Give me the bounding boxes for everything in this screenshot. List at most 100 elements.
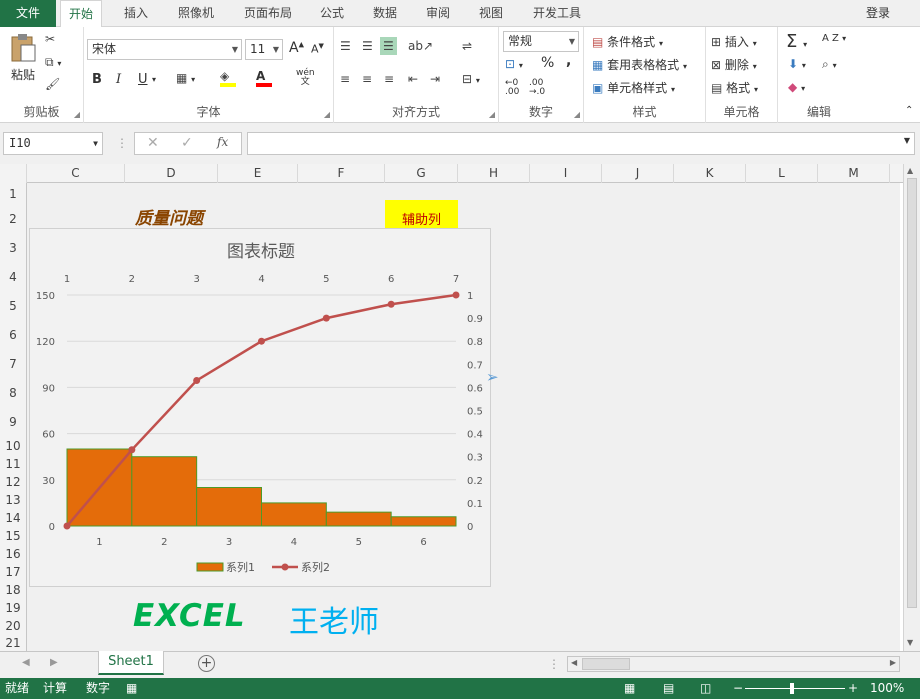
cell-styles-button[interactable]: ▣ 单元格样式 ▾ [592, 79, 675, 96]
zoom-out-icon[interactable]: − [733, 678, 743, 699]
tab-page-layout[interactable]: 页面布局 [236, 0, 300, 27]
align-right-button[interactable]: ≡ [384, 72, 394, 86]
row-header[interactable]: 13 [0, 491, 26, 509]
horizontal-scroll-thumb[interactable] [582, 658, 630, 670]
pareto-chart[interactable]: 图表标题 0 30 60 90 120 150 0 0.1 0.2 0.3 0.4 0.5 0.6 0.7 0… [29, 228, 491, 587]
row-header[interactable]: 14 [0, 509, 26, 527]
row-header[interactable]: 19 [0, 599, 26, 617]
percent-button[interactable]: % [541, 55, 554, 71]
autosum-button[interactable]: Σ ▾ [786, 31, 807, 52]
font-size-select[interactable]: 11 ▼ [245, 39, 283, 60]
underline-button[interactable]: U [138, 72, 148, 87]
zoom-in-icon[interactable]: + [848, 678, 858, 699]
insert-cells-button[interactable]: ⊞ 插入 ▾ [711, 33, 757, 50]
decrease-indent-button[interactable]: ⇤ [408, 72, 418, 86]
alignment-launcher-icon[interactable]: ◢ [489, 110, 495, 119]
name-box[interactable]: I10 ▼ [3, 132, 103, 155]
merge-center-button[interactable]: ⊟ ▾ [462, 72, 480, 86]
page-layout-view-icon[interactable]: ▤ [663, 678, 674, 699]
sort-filter-button[interactable]: A Z ▾ [822, 33, 846, 44]
row-header[interactable]: 3 [0, 234, 26, 263]
row-header[interactable]: 11 [0, 455, 26, 473]
align-top-button[interactable]: ☰ [340, 39, 351, 53]
vertical-scroll-thumb[interactable] [907, 178, 917, 608]
underline-dropdown[interactable]: ▾ [152, 75, 156, 84]
scroll-left-icon[interactable]: ◀ [571, 658, 577, 667]
collapse-ribbon-icon[interactable]: ⌃ [905, 105, 913, 116]
column-header[interactable]: K [674, 164, 746, 183]
add-sheet-icon[interactable]: + [198, 655, 215, 672]
clipboard-launcher-icon[interactable]: ◢ [74, 110, 80, 119]
decrease-decimal-button[interactable]: .00 →.0 [529, 79, 545, 97]
column-header[interactable]: G [385, 164, 458, 183]
shrink-font-button[interactable]: A▼ [311, 42, 324, 56]
borders-button[interactable]: ▦ ▾ [176, 71, 195, 85]
zoom-slider-thumb[interactable] [790, 683, 794, 694]
orientation-button[interactable]: ab↗ [408, 39, 433, 53]
tab-camera[interactable]: 照像机 [170, 0, 222, 27]
tab-review[interactable]: 审阅 [418, 0, 458, 27]
format-as-table-button[interactable]: ▦ 套用表格格式 ▾ [592, 56, 687, 73]
font-launcher-icon[interactable]: ◢ [324, 110, 330, 119]
row-header[interactable]: 16 [0, 545, 26, 563]
sheet-tab-sheet1[interactable]: Sheet1 [98, 651, 164, 675]
delete-cells-button[interactable]: ⊠ 删除 ▾ [711, 56, 757, 73]
zoom-slider[interactable] [745, 688, 845, 689]
column-header[interactable]: H [458, 164, 530, 183]
row-header[interactable]: 6 [0, 321, 26, 350]
login-link[interactable]: 登录 [866, 0, 890, 27]
phonetic-button[interactable]: wén 文 [296, 69, 315, 87]
align-left-button[interactable]: ≡ [340, 72, 350, 86]
paste-button[interactable]: 粘贴 [8, 33, 38, 83]
status-calculate[interactable]: 计算 [43, 678, 67, 699]
number-format-select[interactable]: 常规 ▼ [503, 31, 579, 52]
column-header[interactable]: L [746, 164, 818, 183]
copy-button[interactable]: ⧉ ▾ [45, 55, 61, 70]
tab-developer[interactable]: 开发工具 [525, 0, 589, 27]
scroll-down-icon[interactable]: ▼ [907, 638, 913, 647]
enter-icon[interactable]: ✓ [181, 135, 193, 151]
prev-sheet-icon[interactable]: ◀ [22, 657, 30, 668]
column-header[interactable]: I [530, 164, 602, 183]
wrap-text-button[interactable]: ⇌ [462, 39, 472, 53]
column-header[interactable]: E [218, 164, 298, 183]
cut-button[interactable]: ✂ [45, 32, 55, 46]
formula-input[interactable]: ▼ [247, 132, 915, 155]
row-header[interactable]: 4 [0, 263, 26, 292]
cancel-icon[interactable]: ✕ [147, 135, 159, 151]
column-header[interactable]: F [298, 164, 385, 183]
row-header[interactable]: 18 [0, 581, 26, 599]
next-sheet-icon[interactable]: ▶ [50, 657, 58, 668]
row-header[interactable]: 17 [0, 563, 26, 581]
tab-home[interactable]: 开始 [60, 0, 103, 28]
fill-button[interactable]: ⬇ ▾ [788, 57, 806, 71]
tab-insert[interactable]: 插入 [116, 0, 156, 27]
row-header[interactable]: 10 [0, 437, 26, 455]
number-launcher-icon[interactable]: ◢ [574, 110, 580, 119]
scroll-up-icon[interactable]: ▲ [907, 166, 913, 175]
align-center-button[interactable]: ≡ [362, 72, 372, 86]
column-header[interactable]: M [818, 164, 890, 183]
font-name-select[interactable]: 宋体 ▼ [87, 39, 242, 60]
scroll-right-icon[interactable]: ▶ [890, 658, 896, 667]
column-header[interactable]: J [602, 164, 674, 183]
row-header[interactable]: 20 [0, 617, 26, 635]
tab-data[interactable]: 数据 [365, 0, 405, 27]
conditional-format-button[interactable]: ▤ 条件格式 ▾ [592, 33, 663, 50]
bold-button[interactable]: B [92, 72, 102, 87]
increase-decimal-button[interactable]: ←0.00 [505, 79, 519, 97]
align-middle-button[interactable]: ☰ [362, 39, 373, 53]
find-select-button[interactable]: ⌕ ▾ [822, 57, 837, 72]
font-color-button[interactable]: A [256, 69, 272, 87]
increase-indent-button[interactable]: ⇥ [430, 72, 440, 86]
row-header[interactable]: 2 [0, 205, 26, 234]
column-header[interactable]: D [125, 164, 218, 183]
italic-button[interactable]: I [116, 72, 121, 87]
title-cell[interactable]: 质量问题 [135, 204, 203, 229]
row-header[interactable]: 8 [0, 379, 26, 408]
helper-column-cell[interactable]: 辅助列 [385, 200, 458, 228]
format-cells-button[interactable]: ▤ 格式 ▾ [711, 79, 758, 96]
align-bottom-button[interactable]: ☰ [380, 37, 397, 55]
clear-button[interactable]: ◆ ▾ [788, 80, 805, 94]
row-header[interactable]: 15 [0, 527, 26, 545]
